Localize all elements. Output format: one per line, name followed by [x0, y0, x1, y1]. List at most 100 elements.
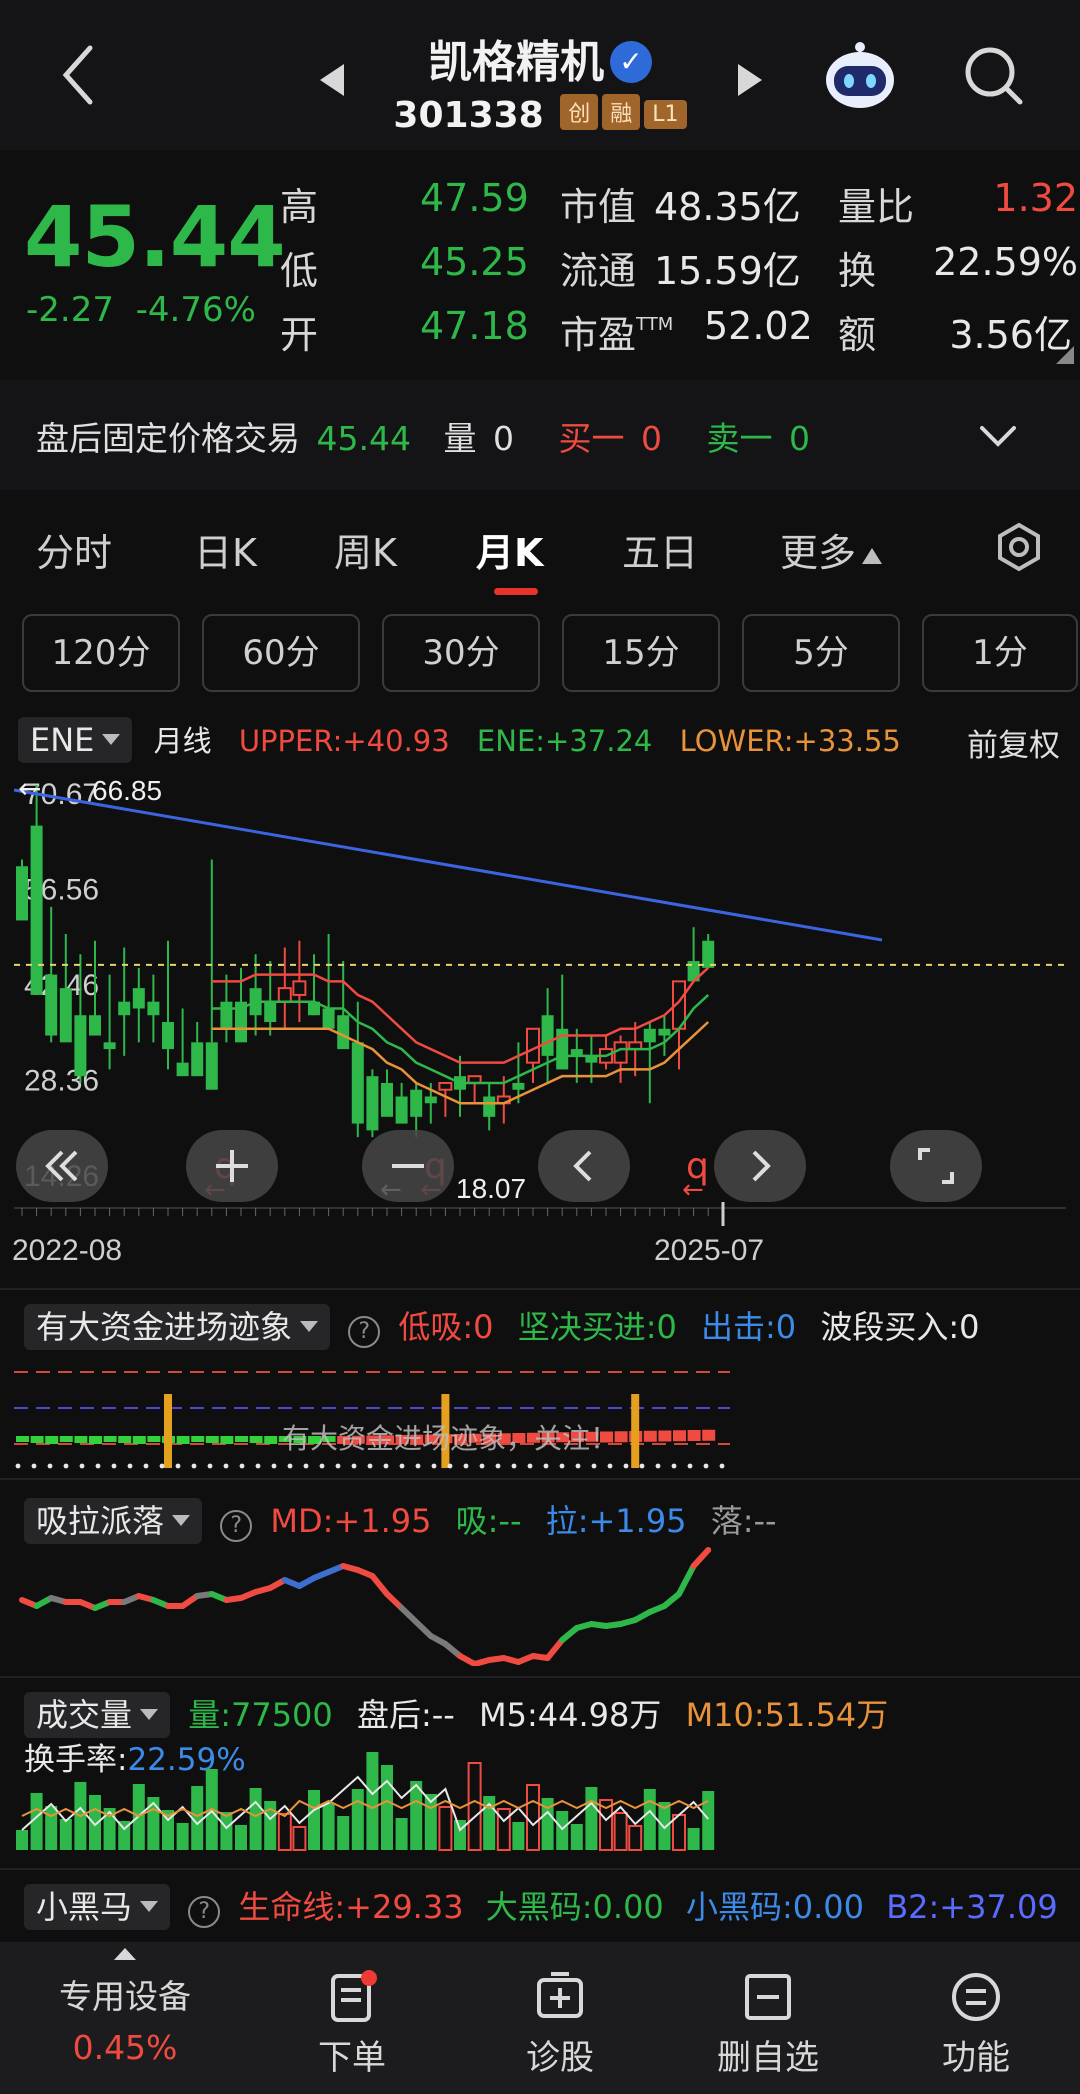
fund-bar — [643, 1430, 657, 1442]
zoom-in-button[interactable] — [186, 1130, 278, 1202]
fund-dot — [207, 1463, 213, 1469]
period-5min-button[interactable]: 5分 — [742, 614, 900, 692]
volume-bar — [277, 1813, 292, 1851]
volume-bar — [235, 1825, 247, 1850]
tab-daily-k[interactable]: 日K — [194, 522, 257, 577]
fund-bar — [118, 1436, 132, 1443]
candle-body — [512, 1082, 525, 1090]
m10-line — [21, 1799, 709, 1818]
fund-bar — [658, 1430, 672, 1442]
candle-body — [59, 988, 72, 1043]
volume-bar — [176, 1823, 189, 1850]
search-icon[interactable] — [962, 44, 1026, 108]
afterhours-label: 盘后固定价格交易 — [36, 419, 300, 458]
fund-bar — [59, 1436, 73, 1442]
settings-icon[interactable] — [994, 522, 1044, 572]
caret-down-icon — [172, 1515, 191, 1526]
robot-assistant-icon[interactable] — [820, 40, 900, 112]
volume-bar — [628, 1825, 643, 1851]
scroll-right-button[interactable] — [714, 1130, 806, 1202]
help-icon[interactable]: ? — [348, 1316, 381, 1348]
diagnose-button[interactable]: 诊股 — [480, 1970, 640, 2079]
candle-body — [220, 1001, 233, 1029]
divider — [0, 1868, 1080, 1870]
sector-name: 专用设备 — [59, 1977, 191, 2016]
fund-bar — [220, 1436, 234, 1444]
float-label: 流通 — [560, 249, 637, 293]
open-value: 47.18 — [420, 304, 529, 348]
mktcap-label: 市值 — [560, 185, 637, 229]
sector-button[interactable]: 专用设备 0.45% — [40, 1946, 210, 2067]
function-button[interactable]: 功能 — [896, 1970, 1056, 2079]
ene-upper-value: UPPER:+40.93 — [238, 724, 450, 758]
zoom-out-button[interactable] — [362, 1130, 454, 1202]
fund-bar — [132, 1436, 146, 1444]
fund-dot — [335, 1463, 341, 1469]
scroll-fast-left-button[interactable] — [16, 1130, 108, 1202]
adjust-mode-button[interactable]: 前复权 — [967, 720, 1060, 765]
main-indicator-legend: ENE 月线 UPPER:+40.93 ENE:+37.24 LOWER:+33… — [18, 717, 901, 763]
chevron-left-icon — [573, 1150, 592, 1182]
afterhours-price: 45.44 — [316, 419, 411, 458]
volume-bar — [512, 1822, 525, 1850]
fund-dot — [191, 1463, 197, 1469]
volume-bar — [337, 1816, 350, 1850]
period-60min-button[interactable]: 60分 — [202, 614, 360, 692]
tab-five-day[interactable]: 五日 — [622, 522, 698, 577]
candle-body — [613, 1041, 628, 1064]
help-icon[interactable]: ? — [188, 1896, 221, 1928]
chevron-right-icon — [752, 1150, 771, 1182]
turnover-label: 换 — [838, 249, 877, 293]
fund-dot — [31, 1463, 37, 1469]
fund-dot — [527, 1463, 533, 1469]
sell1-value: 0 — [788, 419, 810, 458]
afterhours-bar[interactable]: 盘后固定价格交易 45.44 量 0 买一 0 卖一 0 — [0, 380, 1080, 490]
high-label: 高 — [280, 185, 319, 229]
tab-monthly-k[interactable]: 月K — [476, 522, 543, 577]
volratio-label: 量比 — [838, 185, 915, 229]
fund-dot — [607, 1463, 613, 1469]
volume-bar — [322, 1803, 335, 1850]
fund-dot — [623, 1463, 629, 1469]
fund-bar — [205, 1436, 219, 1443]
fund-dot — [687, 1463, 693, 1469]
amount-value: 3.56亿 — [949, 313, 1072, 357]
x-end-label: 2025-07 — [654, 1234, 764, 1267]
fullscreen-button[interactable] — [890, 1130, 982, 1202]
kline-chart[interactable]: 70.6756.5642.4628.3614.26 66.85 ← 18.07 … — [0, 764, 1080, 1284]
volume-bar — [467, 1762, 482, 1851]
volume-bar — [526, 1784, 540, 1851]
big-fund-select[interactable]: 有大资金进场迹象 — [24, 1304, 331, 1350]
remove-watchlist-button[interactable]: 删自选 — [688, 1970, 848, 2079]
period-30min-button[interactable]: 30分 — [382, 614, 540, 692]
volume-bar — [59, 1819, 72, 1850]
fund-dot — [543, 1463, 549, 1469]
fund-bar — [235, 1436, 248, 1442]
period-1min-button[interactable]: 1分 — [922, 614, 1078, 692]
candle-body — [658, 1028, 671, 1036]
xila-segment — [398, 1605, 420, 1625]
md-value: MD:+1.95 — [270, 1502, 432, 1540]
xila-segment — [676, 1563, 697, 1597]
big-fund-notice: 有大资金进场迹象，关注！ — [282, 1422, 618, 1455]
fund-dot — [511, 1463, 517, 1469]
chevron-down-icon[interactable] — [978, 424, 1018, 448]
volume-bar — [292, 1826, 307, 1851]
scroll-left-button[interactable] — [538, 1130, 630, 1202]
diagnose-icon — [537, 1972, 583, 2018]
candle-body — [643, 1028, 656, 1043]
fund-dot — [719, 1463, 725, 1469]
tab-intraday[interactable]: 分时 — [36, 522, 112, 577]
main-indicator-select[interactable]: ENE — [18, 717, 133, 763]
stock-name: 凯格精机 ✓ — [0, 26, 1080, 90]
fund-bar — [176, 1436, 190, 1444]
stock-code-row: 301338 创融 L1 — [0, 94, 1080, 136]
tab-weekly-k[interactable]: 周K — [334, 522, 397, 577]
period-15min-button[interactable]: 15分 — [562, 614, 720, 692]
order-button[interactable]: 下单 — [272, 1970, 432, 2079]
volume-bar — [366, 1752, 379, 1850]
heima-select[interactable]: 小黑马 — [24, 1884, 171, 1930]
sector-change: 0.45% — [72, 2028, 178, 2067]
tab-more[interactable]: 更多 — [780, 522, 884, 577]
period-120min-button[interactable]: 120分 — [22, 614, 180, 692]
